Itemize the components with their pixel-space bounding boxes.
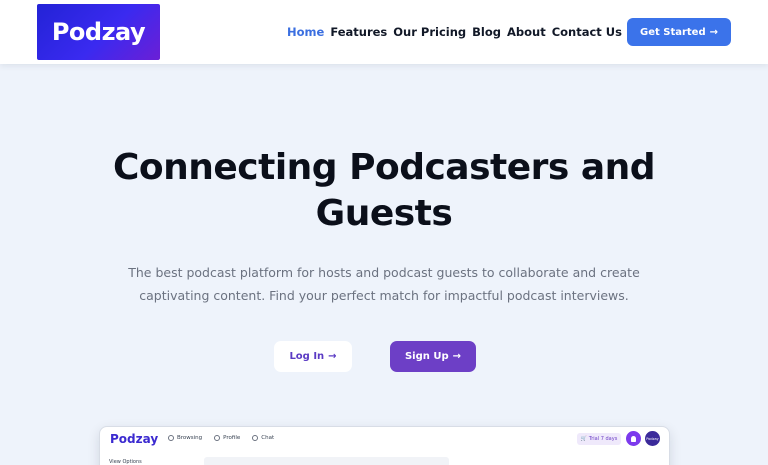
preview-nav-label: Chat [261,435,275,441]
preview-nav-label: Browsing [177,435,203,441]
nav-pricing[interactable]: Our Pricing [393,25,466,39]
nav-about[interactable]: About [507,25,546,39]
hero-title-line1: Connecting Podcasters and [112,147,656,188]
cart-icon: 🛒 [580,436,587,442]
hero-title: Connecting Podcasters and Guests [0,145,768,237]
nav-blog[interactable]: Blog [472,25,501,39]
hero-subtitle-line1: The best podcast platform for hosts and … [128,265,640,280]
preview-nav-label: Profile [223,435,241,441]
signup-button[interactable]: Sign Up → [390,341,476,372]
preview-nav-browsing: Browsing [168,435,202,441]
arrow-right-icon: → [709,26,719,38]
get-started-button[interactable]: Get Started → [627,18,731,46]
arrow-right-icon: → [328,351,337,362]
bell-icon [631,435,636,442]
notification-bell [626,431,641,446]
logo-text: Podzay [51,18,146,46]
site-header: Podzay Home Features Our Pricing Blog Ab… [0,0,768,64]
login-label: Log In [289,351,325,362]
avatar: Podzay [645,431,660,446]
preview-search-bar [204,457,449,465]
hero-subtitle-line2: captivating content. Find your perfect m… [139,287,629,303]
trial-badge: 🛒 Trial 7 days [577,433,621,445]
hero-title-line2: Guests [315,193,453,234]
app-preview: Podzay Browsing Profile Chat 🛒 Trial 7 d… [99,426,670,465]
chat-icon [252,435,259,441]
preview-nav: Browsing Profile Chat [168,435,274,441]
compass-icon [168,435,174,441]
preview-nav-chat: Chat [252,435,274,441]
nav-contact[interactable]: Contact Us [552,25,622,39]
view-options-label: View Options [109,459,142,465]
nav-features[interactable]: Features [330,25,387,39]
preview-nav-profile: Profile [214,435,240,441]
arrow-right-icon: → [452,351,462,362]
main-nav: Home Features Our Pricing Blog About Con… [287,24,622,40]
signup-label: Sign Up [404,351,449,362]
get-started-label: Get Started [639,26,706,38]
login-button[interactable]: Log In → [274,341,352,372]
podzay-logo[interactable]: Podzay [37,4,160,60]
user-icon [214,435,221,441]
trial-label: Trial 7 days [588,436,618,442]
nav-home[interactable]: Home [287,25,324,39]
preview-logo: Podzay [110,432,159,446]
hero-subtitle: The best podcast platform for hosts and … [120,262,648,307]
